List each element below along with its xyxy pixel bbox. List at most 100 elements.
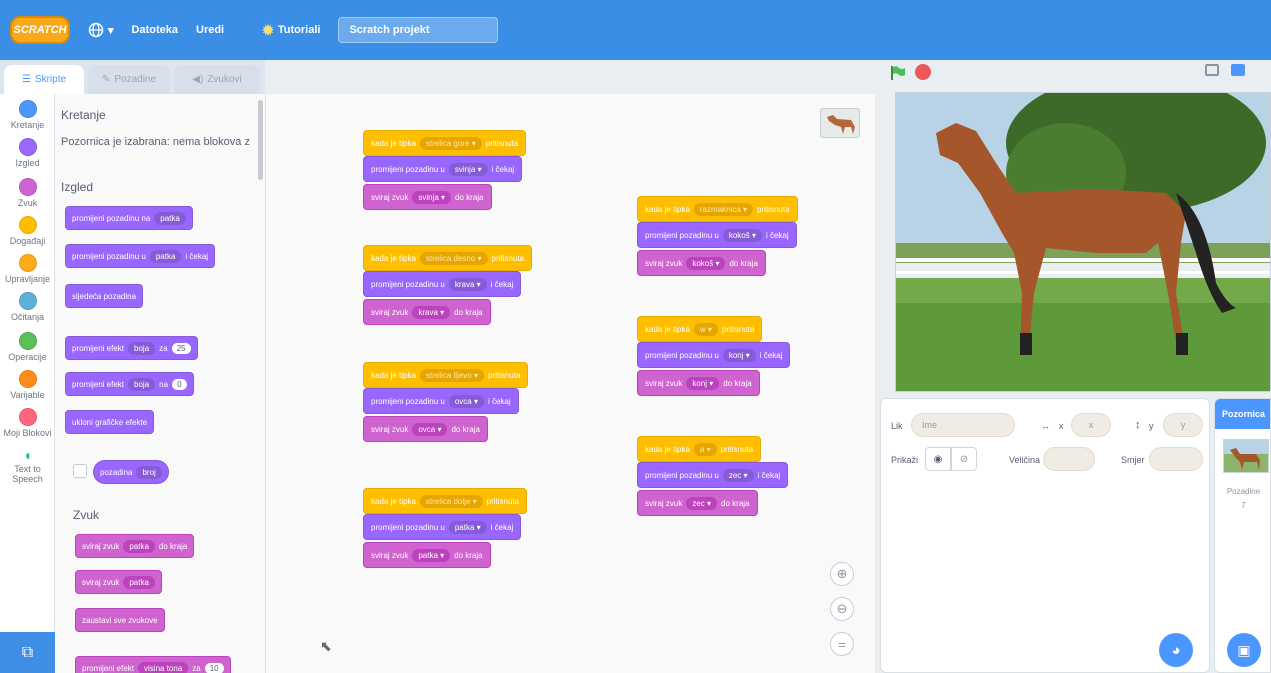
project-title-input[interactable]: Scratch projekt [338, 17, 499, 43]
switch-backdrop-wait-block[interactable]: promijeni pozadinu u ovca ▾ i čekaj [363, 388, 519, 414]
block-dropdown[interactable]: konj ▾ [722, 348, 756, 362]
switch-backdrop-wait-block[interactable]: promijeni pozadinu u zec ▾ i čekaj [637, 462, 789, 488]
category-operators[interactable]: Operacije [0, 332, 55, 362]
block-dropdown[interactable]: kokoš ▾ [686, 256, 726, 270]
play-sound-until-done-block[interactable]: sviraj zvuk konj ▾ do kraja [637, 370, 760, 396]
green-flag-icon[interactable] [889, 64, 907, 82]
block-dropdown[interactable]: visina tona [138, 661, 189, 673]
switch-backdrop-wait-block[interactable]: promijeni pozadinu u patka ▾ i čekaj [363, 514, 522, 540]
choose-sprite-button[interactable]: ◕ [1159, 633, 1193, 667]
block-start-sound[interactable]: sviraj zvuk patka [75, 570, 162, 594]
block-dropdown[interactable]: ovca ▾ [448, 394, 484, 408]
switch-backdrop-wait-block[interactable]: promijeni pozadinu u krava ▾ i čekaj [363, 271, 522, 297]
block-dropdown[interactable]: patka [123, 539, 155, 553]
category-events[interactable]: Događaji [0, 216, 55, 246]
block-dropdown[interactable]: patka ▾ [448, 520, 487, 534]
block-dropdown[interactable]: patka [154, 211, 186, 225]
when-key-pressed-block[interactable]: kada je tipka w ▾ pritisnuta [637, 316, 763, 342]
block-dropdown[interactable]: w ▾ [693, 322, 718, 336]
stage-selector[interactable]: Pozornica Pozadine 7 ▣ [1214, 398, 1271, 673]
stop-icon[interactable] [915, 64, 931, 80]
tutorials-menu[interactable]: ✹ Tutoriali [262, 22, 320, 39]
block-dropdown[interactable]: strelica lijevo ▾ [419, 368, 484, 382]
block-play-sound-until-done[interactable]: sviraj zvuk patka do kraja [75, 534, 195, 558]
when-key-pressed-block[interactable]: kada je tipka strelica gore ▾ pritisnuta [363, 130, 527, 156]
play-sound-until-done-block[interactable]: sviraj zvuk svinja ▾ do kraja [363, 184, 492, 210]
zoom-in-button[interactable]: ⊕ [830, 562, 854, 586]
block-backdrop-number-reporter[interactable]: pozadina broj [93, 460, 169, 484]
block-dropdown[interactable]: patka [123, 575, 155, 589]
category-control[interactable]: Upravljanje [0, 254, 55, 284]
block-dropdown[interactable]: kokoš ▾ [722, 228, 762, 242]
block-dropdown[interactable]: svinja ▾ [448, 162, 488, 176]
when-key-pressed-block[interactable]: kada je tipka razmaknica ▾ pritisnuta [637, 196, 798, 222]
zoom-out-button[interactable]: ⊖ [830, 597, 854, 621]
block-stop-all-sounds[interactable]: zaustavi sve zvukove [75, 608, 165, 632]
palette-scrollbar[interactable] [258, 100, 263, 180]
category-sensing[interactable]: Očitanja [0, 292, 55, 322]
play-sound-until-done-block[interactable]: sviraj zvuk krava ▾ do kraja [363, 299, 491, 325]
language-menu[interactable]: ▾ [88, 22, 114, 38]
play-sound-until-done-block[interactable]: sviraj zvuk patka ▾ do kraja [363, 542, 491, 568]
choose-backdrop-button[interactable]: ▣ [1227, 633, 1261, 667]
block-switch-backdrop-wait[interactable]: promijeni pozadinu u patka i čekaj [65, 244, 216, 268]
block-dropdown[interactable]: broj [136, 465, 162, 479]
block-set-effect[interactable]: promijeni efekt boja na 0 [65, 372, 194, 396]
zoom-reset-button[interactable]: = [830, 632, 854, 656]
file-menu[interactable]: Datoteka [132, 24, 178, 36]
hide-sprite-button[interactable]: ⊘ [951, 447, 977, 471]
block-dropdown[interactable]: a ▾ [693, 442, 717, 456]
x-input[interactable]: x [1071, 413, 1111, 437]
switch-backdrop-wait-block[interactable]: promijeni pozadinu u konj ▾ i čekaj [637, 342, 791, 368]
block-dropdown[interactable]: strelica gore ▾ [419, 136, 482, 150]
block-dropdown[interactable]: zec ▾ [686, 496, 718, 510]
show-sprite-button[interactable]: ◉ [925, 447, 951, 471]
block-change-sound-effect[interactable]: promijeni efekt visina tona za 10 [75, 656, 231, 673]
category-my-blocks[interactable]: Moji Blokovi [0, 408, 55, 438]
when-key-pressed-block[interactable]: kada je tipka a ▾ pritisnuta [637, 436, 762, 462]
edit-menu[interactable]: Uredi [196, 24, 224, 36]
play-sound-until-done-block[interactable]: sviraj zvuk ovca ▾ do kraja [363, 416, 488, 442]
small-stage-icon[interactable] [1205, 64, 1219, 76]
play-sound-until-done-block[interactable]: sviraj zvuk kokoš ▾ do kraja [637, 250, 766, 276]
block-next-backdrop[interactable]: sljedeća pozadina [65, 284, 144, 308]
normal-stage-icon[interactable] [1231, 64, 1245, 76]
when-key-pressed-block[interactable]: kada je tipka strelica desno ▾ pritisnuta [363, 245, 532, 271]
reporter-checkbox[interactable] [73, 464, 87, 478]
block-switch-backdrop[interactable]: promijeni pozadinu na patka [65, 206, 193, 230]
size-input[interactable] [1043, 447, 1095, 471]
block-change-effect[interactable]: promijeni efekt boja za 25 [65, 336, 198, 360]
y-input[interactable]: y [1163, 413, 1203, 437]
sprite-name-input[interactable]: Ime [911, 413, 1015, 437]
play-sound-until-done-block[interactable]: sviraj zvuk zec ▾ do kraja [637, 490, 758, 516]
switch-backdrop-wait-block[interactable]: promijeni pozadinu u kokoš ▾ i čekaj [637, 222, 797, 248]
add-extension-button[interactable]: ⧉ [0, 632, 55, 673]
block-dropdown[interactable]: krava ▾ [412, 305, 451, 319]
script-workspace[interactable] [265, 94, 875, 673]
block-dropdown[interactable]: patka [149, 249, 182, 263]
tab-code[interactable]: ☰ Skripte [4, 65, 84, 94]
block-dropdown[interactable]: strelica desno ▾ [419, 251, 488, 265]
category-sound[interactable]: Zvuk [0, 178, 55, 208]
category-motion[interactable]: Kretanje [0, 100, 55, 130]
block-number-input[interactable]: 10 [204, 662, 224, 673]
tab-sounds[interactable]: ◀) Zvukovi [174, 65, 260, 94]
block-dropdown[interactable]: krava ▾ [448, 277, 487, 291]
block-dropdown[interactable]: zec ▾ [722, 468, 754, 482]
direction-input[interactable] [1149, 447, 1203, 471]
when-key-pressed-block[interactable]: kada je tipka strelica lijevo ▾ pritisnuta [363, 362, 529, 388]
block-dropdown[interactable]: patka ▾ [412, 548, 451, 562]
category-variables[interactable]: Varijable [0, 370, 55, 400]
block-number-input[interactable]: 0 [172, 378, 187, 390]
switch-backdrop-wait-block[interactable]: promijeni pozadinu u svinja ▾ i čekaj [363, 156, 523, 182]
tab-backdrops[interactable]: ✎ Pozadine [88, 65, 170, 94]
block-dropdown[interactable]: strelica dolje ▾ [419, 494, 483, 508]
block-clear-effects[interactable]: ukloni grafičke efekte [65, 410, 155, 434]
block-dropdown[interactable]: svinja ▾ [412, 190, 452, 204]
block-number-input[interactable]: 25 [171, 342, 191, 354]
block-dropdown[interactable]: boja [128, 377, 156, 391]
when-key-pressed-block[interactable]: kada je tipka strelica dolje ▾ pritisnuta [363, 488, 528, 514]
block-dropdown[interactable]: ovca ▾ [412, 422, 448, 436]
stage-canvas[interactable] [895, 92, 1271, 392]
block-dropdown[interactable]: boja [128, 341, 156, 355]
